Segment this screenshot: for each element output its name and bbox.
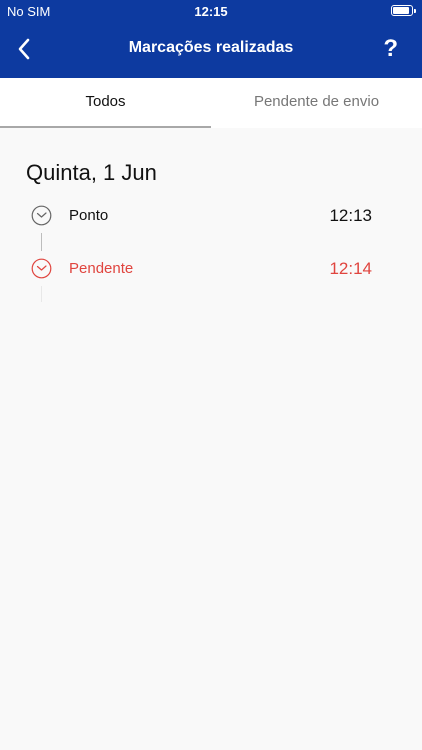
timeline-connector xyxy=(41,286,42,302)
clock-label: 12:15 xyxy=(194,4,228,19)
nav-bar: Marcações realizadas ? xyxy=(0,22,422,78)
help-button[interactable]: ? xyxy=(383,35,398,63)
tab-pendente-de-envio[interactable]: Pendente de envio xyxy=(211,78,422,128)
status-bar: No SIM 12:15 xyxy=(0,0,422,22)
battery-icon xyxy=(391,5,416,16)
entry-time: 12:14 xyxy=(329,259,372,278)
timeline-connector xyxy=(41,233,42,251)
day-heading: Quinta, 1 Jun xyxy=(26,160,157,185)
entry-label: Pendente xyxy=(69,260,134,277)
entry-label: Ponto xyxy=(69,207,109,224)
clock-icon xyxy=(31,205,52,226)
entry-time: 12:13 xyxy=(329,206,372,225)
tab-todos[interactable]: Todos xyxy=(0,78,211,128)
clock-icon xyxy=(31,258,52,279)
tab-bar: Todos Pendente de envio xyxy=(0,78,422,128)
page-title: Marcações realizadas xyxy=(128,39,294,56)
